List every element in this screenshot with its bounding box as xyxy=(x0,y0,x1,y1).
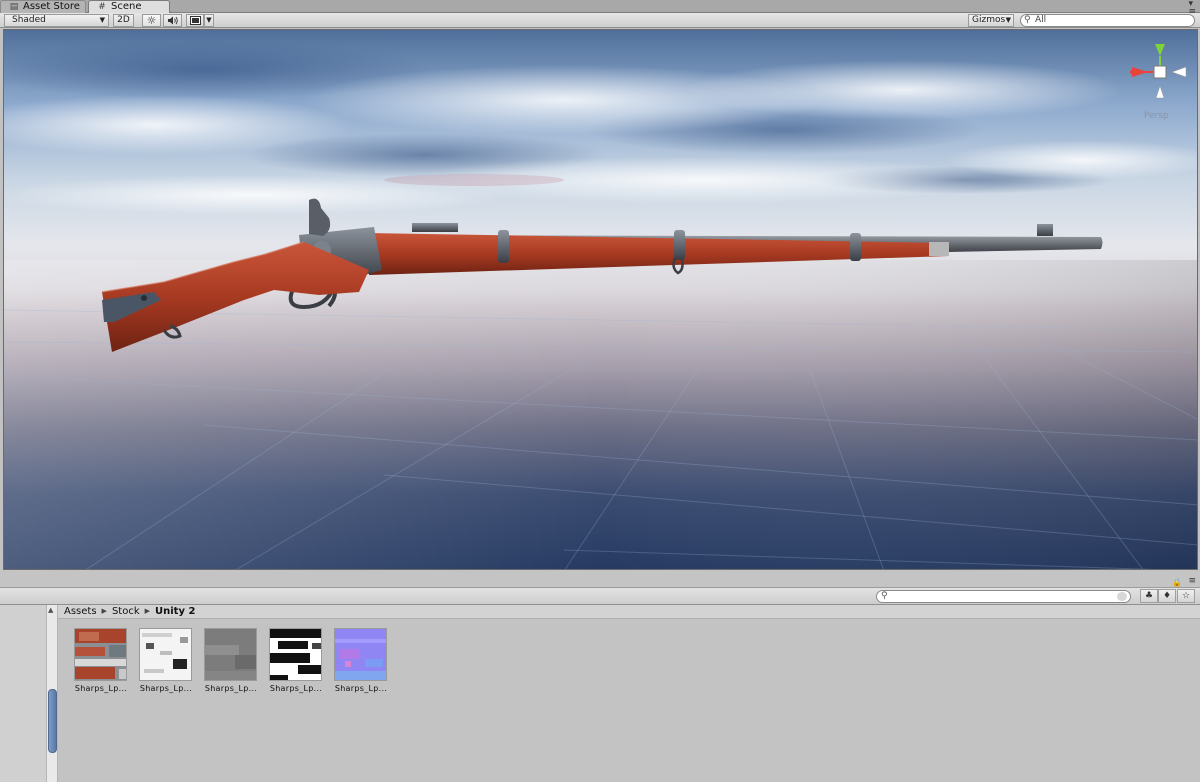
asset-label: Sharps_Lp... xyxy=(204,684,258,693)
project-folder-tree[interactable] xyxy=(0,605,46,782)
asset-label: Sharps_Lp... xyxy=(139,684,193,693)
search-clear-icon[interactable] xyxy=(1117,592,1127,601)
breadcrumb-item-assets[interactable]: Assets xyxy=(64,605,97,618)
scene-audio-toggle[interactable] xyxy=(163,14,182,27)
breadcrumb-item-stock[interactable]: Stock xyxy=(112,605,140,618)
scene-toolbar: Shaded ▼ 2D ☼ ▼ Gizmos ▼ ⚲ All xyxy=(0,13,1200,28)
tag-icon: ♦ xyxy=(1162,591,1172,601)
scene-search-input[interactable]: ⚲ All xyxy=(1020,14,1195,27)
asset-tile[interactable]: Sharps_Lp... xyxy=(266,628,326,693)
chevron-down-icon: ▼ xyxy=(99,16,105,24)
editor-tab-strip: ▤ Asset Store # Scene ▾ ≡ xyxy=(0,0,1200,17)
chevron-right-icon: ▶ xyxy=(144,607,151,615)
tab-asset-store-label: Asset Store xyxy=(23,1,80,12)
breadcrumb-item-current[interactable]: Unity 2 xyxy=(155,605,195,618)
asset-thumbnail xyxy=(204,628,257,681)
shading-mode-dropdown[interactable]: Shaded ▼ xyxy=(4,14,109,27)
lock-icon[interactable]: 🔒 xyxy=(1172,578,1182,587)
tab-scene-label: Scene xyxy=(111,1,142,12)
panel-menu-icon[interactable]: ≡ xyxy=(1188,577,1196,586)
search-by-type-button[interactable]: ♣ xyxy=(1140,589,1158,603)
asset-thumbnail xyxy=(74,628,127,681)
shopping-bag-icon: ▤ xyxy=(9,2,19,12)
asset-thumbnail xyxy=(139,628,192,681)
breadcrumb: Assets ▶ Stock ▶ Unity 2 xyxy=(58,605,1200,619)
asset-label: Sharps_Lp... xyxy=(334,684,388,693)
scene-lighting-toggle[interactable]: ☼ xyxy=(142,14,161,27)
speaker-icon xyxy=(168,16,178,25)
scene-effects-toggle[interactable] xyxy=(186,14,204,27)
hash-grid-icon: # xyxy=(98,2,106,12)
project-search-input[interactable]: ⚲ xyxy=(876,590,1131,603)
panel-splitter[interactable]: 🔒 ≡ xyxy=(0,570,1200,588)
tab-scene[interactable]: # Scene xyxy=(88,0,170,13)
effects-dropdown[interactable]: ▼ xyxy=(204,14,214,27)
asset-thumbnail xyxy=(334,628,387,681)
search-by-label-button[interactable]: ♦ xyxy=(1158,589,1176,603)
asset-tile[interactable]: Sharps_Lp... xyxy=(71,628,131,693)
search-icon: ⚲ xyxy=(881,591,888,601)
asset-tile[interactable]: Sharps_Lp... xyxy=(201,628,261,693)
search-icon: ⚲ xyxy=(1024,15,1031,25)
chevron-down-icon: ▼ xyxy=(1005,16,1011,24)
toggle-2d-button[interactable]: 2D xyxy=(113,14,134,27)
asset-tile[interactable]: Sharps_Lp... xyxy=(136,628,196,693)
scene-render xyxy=(4,40,1197,569)
asset-thumbnail xyxy=(269,628,322,681)
image-effects-icon xyxy=(189,16,201,25)
asset-label: Sharps_Lp... xyxy=(269,684,323,693)
star-icon: ☆ xyxy=(1181,591,1191,601)
asset-label: Sharps_Lp... xyxy=(74,684,128,693)
shading-mode-value: Shaded xyxy=(12,15,46,25)
chevron-right-icon: ▶ xyxy=(101,607,107,615)
asset-tile[interactable]: Sharps_Lp... xyxy=(331,628,391,693)
favorites-button[interactable]: ☆ xyxy=(1177,589,1195,603)
scene-viewport[interactable]: Persp xyxy=(3,29,1198,570)
gizmos-dropdown[interactable]: Gizmos ▼ xyxy=(968,14,1014,27)
sun-icon: ☼ xyxy=(146,14,157,27)
folder-tree-scrollbar[interactable]: ▲ xyxy=(46,605,58,782)
project-assets-grid: Sharps_Lp... Sharps_Lp... Sharps_Lp... S… xyxy=(58,620,1200,782)
scroll-up-icon[interactable]: ▲ xyxy=(48,606,53,614)
scrollbar-thumb[interactable] xyxy=(48,689,57,753)
project-toolbar: ⚲ ♣ ♦ ☆ xyxy=(0,588,1200,605)
type-filter-icon: ♣ xyxy=(1144,591,1154,601)
projection-label[interactable]: Persp xyxy=(1144,111,1169,121)
gizmos-label: Gizmos xyxy=(972,15,1006,25)
tab-asset-store[interactable]: ▤ Asset Store xyxy=(0,0,86,13)
scene-search-placeholder: All xyxy=(1035,15,1047,25)
